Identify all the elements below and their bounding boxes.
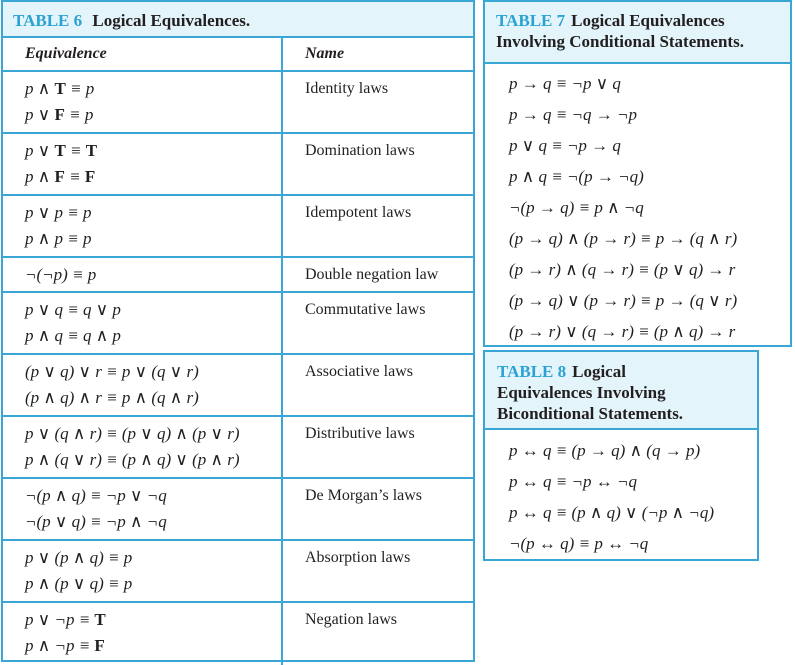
table-7-title-line2: Involving Conditional Statements. bbox=[496, 32, 744, 51]
table-8-number: TABLE 8 bbox=[497, 362, 567, 381]
law-name: Absorption laws bbox=[305, 549, 411, 566]
table-8-title-line1: Logical bbox=[572, 362, 626, 381]
equivalence: p ∧ (q ∨ r) ≡ (p ∧ q) ∨ (p ∧ r) bbox=[25, 450, 240, 469]
law-name: Double negation law bbox=[305, 266, 439, 283]
equivalence: ¬(p ∧ q) ≡ ¬p ∨ ¬q bbox=[25, 486, 167, 505]
table-8-body: p ↔ q ≡ (p → q) ∧ (q → p) p ↔ q ≡ ¬p ↔ ¬… bbox=[485, 430, 757, 559]
equivalence: p ∧ q ≡ ¬(p → ¬q) bbox=[509, 167, 644, 186]
equivalence: (p → q) ∨ (p → r) ≡ p → (q ∨ r) bbox=[509, 291, 738, 310]
equivalence: ¬(p ↔ q) ≡ p ↔ ¬q bbox=[509, 534, 649, 553]
table-6-header-row: Equivalence Name bbox=[3, 38, 473, 72]
table-7-title-line1: Logical Equivalences bbox=[571, 11, 725, 30]
table-6-caption: TABLE 6 Logical Equivalences. bbox=[3, 2, 473, 38]
equivalence: p ∨ q ≡ q ∨ p bbox=[25, 300, 121, 319]
table-row: p ∧ T ≡ p p ∨ F ≡ p Identity laws bbox=[3, 72, 473, 134]
equivalence: (p ∨ q) ∨ r ≡ p ∨ (q ∨ r) bbox=[25, 362, 199, 381]
equivalence: p ∧ T ≡ p bbox=[25, 79, 95, 98]
table-row: ¬(p ∧ q) ≡ ¬p ∨ ¬q ¬(p ∨ q) ≡ ¬p ∧ ¬q De … bbox=[3, 479, 473, 541]
equivalence: p ∨ F ≡ p bbox=[25, 105, 94, 124]
table-7-number: TABLE 7 bbox=[496, 11, 566, 30]
equivalence: p ∨ q ≡ ¬p → q bbox=[509, 136, 621, 155]
equivalence: p ∨ (q ∧ r) ≡ (p ∨ q) ∧ (p ∨ r) bbox=[25, 424, 240, 443]
equivalence: ¬(¬p) ≡ p bbox=[25, 265, 97, 284]
law-name: Identity laws bbox=[305, 80, 389, 97]
equivalence: (p → r) ∨ (q → r) ≡ (p ∧ q) → r bbox=[509, 322, 736, 341]
table-row: p ∨ p ≡ p p ∧ p ≡ p Idempotent laws bbox=[3, 196, 473, 258]
table-row: ¬(¬p) ≡ p Double negation law bbox=[3, 258, 473, 293]
column-header-equivalence: Equivalence bbox=[3, 38, 283, 70]
table-row: (p ∨ q) ∨ r ≡ p ∨ (q ∨ r) (p ∧ q) ∧ r ≡ p… bbox=[3, 355, 473, 417]
table-8-title-line2: Equivalences Involving bbox=[497, 383, 666, 402]
equivalence: p ∨ ¬p ≡ T bbox=[25, 610, 106, 629]
equivalence: p ∨ T ≡ T bbox=[25, 141, 98, 160]
table-row: p ∨ (q ∧ r) ≡ (p ∨ q) ∧ (p ∨ r) p ∧ (q ∨ … bbox=[3, 417, 473, 479]
equivalence: p → q ≡ ¬q → ¬p bbox=[509, 105, 637, 124]
equivalence: p ∨ p ≡ p bbox=[25, 203, 92, 222]
table-row: p ∨ (p ∧ q) ≡ p p ∧ (p ∨ q) ≡ p Absorptio… bbox=[3, 541, 473, 603]
equivalence: p ∧ p ≡ p bbox=[25, 229, 92, 248]
equivalence: p → q ≡ ¬p ∨ q bbox=[509, 74, 621, 93]
equivalence: (p → r) ∧ (q → r) ≡ (p ∨ q) → r bbox=[509, 260, 736, 279]
equivalence: ¬(p ∨ q) ≡ ¬p ∧ ¬q bbox=[25, 512, 167, 531]
equivalence: ¬(p → q) ≡ p ∧ ¬q bbox=[509, 198, 644, 217]
table-6-number: TABLE 6 bbox=[13, 11, 83, 30]
law-name: Commutative laws bbox=[305, 301, 426, 318]
equivalence: (p → q) ∧ (p → r) ≡ p → (q ∧ r) bbox=[509, 229, 738, 248]
table-8-caption: TABLE 8 Logical Equivalences Involving Bi… bbox=[485, 352, 757, 430]
law-name: Domination laws bbox=[305, 142, 415, 159]
table-7-body: p → q ≡ ¬p ∨ q p → q ≡ ¬q → ¬p p ∨ q ≡ ¬… bbox=[485, 64, 790, 347]
table-8-biconditional-equivalences: TABLE 8 Logical Equivalences Involving Bi… bbox=[483, 350, 759, 561]
equivalence: p ↔ q ≡ (p ∧ q) ∨ (¬p ∧ ¬q) bbox=[509, 503, 714, 522]
equivalence: p ↔ q ≡ (p → q) ∧ (q → p) bbox=[509, 441, 701, 460]
law-name: De Morgan’s laws bbox=[305, 487, 423, 504]
equivalence: p ∨ (p ∧ q) ≡ p bbox=[25, 548, 133, 567]
table-row: p ∨ ¬p ≡ T p ∧ ¬p ≡ F Negation laws bbox=[3, 603, 473, 665]
equivalence: p ∧ (p ∨ q) ≡ p bbox=[25, 574, 133, 593]
table-7-caption: TABLE 7 Logical Equivalences Involving Co… bbox=[485, 2, 790, 64]
column-header-name: Name bbox=[305, 45, 345, 62]
equivalence: p ∧ q ≡ q ∧ p bbox=[25, 326, 121, 345]
law-name: Distributive laws bbox=[305, 425, 415, 442]
table-row: p ∨ q ≡ q ∨ p p ∧ q ≡ q ∧ p Commutative l… bbox=[3, 293, 473, 355]
equivalence: p ∧ ¬p ≡ F bbox=[25, 636, 105, 655]
equivalence: (p ∧ q) ∧ r ≡ p ∧ (q ∧ r) bbox=[25, 388, 199, 407]
equivalence: p ∧ F ≡ F bbox=[25, 167, 96, 186]
law-name: Negation laws bbox=[305, 611, 397, 628]
equivalence: p ↔ q ≡ ¬p ↔ ¬q bbox=[509, 472, 637, 491]
law-name: Associative laws bbox=[305, 363, 413, 380]
law-name: Idempotent laws bbox=[305, 204, 412, 221]
table-row: p ∨ T ≡ T p ∧ F ≡ F Domination laws bbox=[3, 134, 473, 196]
table-7-conditional-equivalences: TABLE 7 Logical Equivalences Involving Co… bbox=[483, 0, 792, 347]
table-6-title: Logical Equivalences. bbox=[92, 11, 251, 30]
table-6-logical-equivalences: TABLE 6 Logical Equivalences. Equivalenc… bbox=[1, 0, 475, 665]
table-8-title-line3: Biconditional Statements. bbox=[497, 404, 684, 423]
